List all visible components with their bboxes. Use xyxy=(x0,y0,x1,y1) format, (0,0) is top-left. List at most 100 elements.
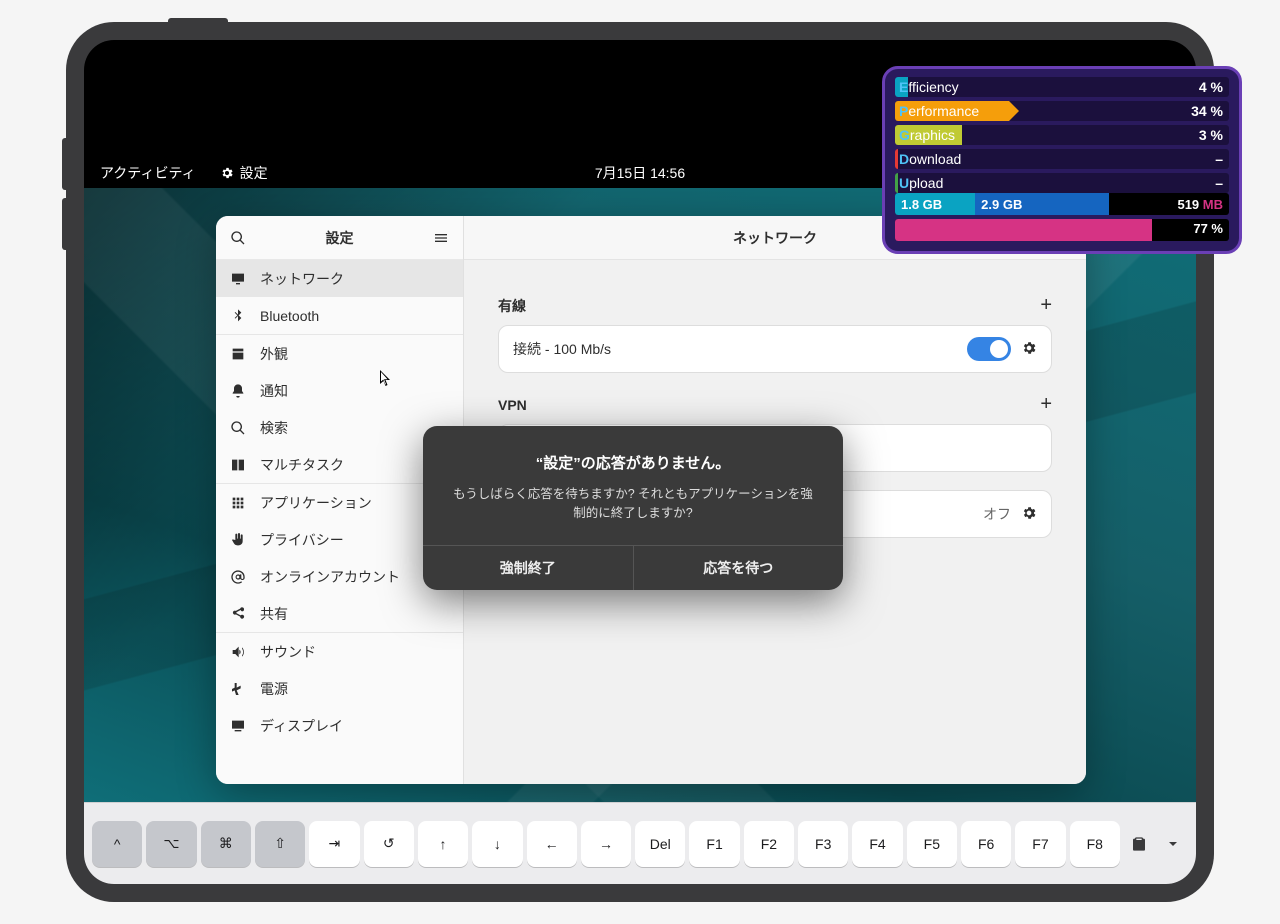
refresh-key[interactable]: ↺ xyxy=(364,821,414,867)
appearance-icon xyxy=(230,346,246,362)
wired-settings-button[interactable] xyxy=(1021,340,1037,359)
stat-label: Graphics xyxy=(895,127,955,143)
sidebar-item-label: ディスプレイ xyxy=(260,716,343,736)
search-icon xyxy=(230,420,246,436)
multitask-icon xyxy=(230,457,246,473)
power-icon xyxy=(230,681,246,697)
sidebar-item-bell[interactable]: 通知 xyxy=(216,372,463,409)
f5-key[interactable]: F5 xyxy=(907,821,957,867)
wired-status-label: 接続 - 100 Mb/s xyxy=(513,339,611,359)
stat-label: Performance xyxy=(895,103,979,119)
stat-value: 4 % xyxy=(1199,79,1223,95)
command-key[interactable]: ⌘ xyxy=(201,821,251,867)
stat-value: 3 % xyxy=(1199,127,1223,143)
wired-connection-row[interactable]: 接続 - 100 Mb/s xyxy=(498,325,1052,373)
hamburger-icon[interactable] xyxy=(433,230,449,246)
sidebar-item-display[interactable]: ディスプレイ xyxy=(216,707,463,744)
settings-sidebar-title: 設定 xyxy=(326,228,354,248)
disk-bar: 77 % xyxy=(895,219,1229,241)
topbar-app-menu[interactable]: 設定 xyxy=(220,163,268,183)
memory-segment-2: 2.9 GB xyxy=(975,193,1109,215)
del-key[interactable]: Del xyxy=(635,821,685,867)
sidebar-item-label: ネットワーク xyxy=(260,269,344,289)
bell-icon xyxy=(230,383,246,399)
down-key[interactable]: ↓ xyxy=(472,821,522,867)
apps-icon xyxy=(230,495,246,511)
sidebar-item-label: 検索 xyxy=(260,418,288,438)
sidebar-item-share[interactable]: 共有 xyxy=(216,595,463,632)
stat-row-download: Download – xyxy=(895,149,1229,169)
sidebar-item-monitor[interactable]: ネットワーク xyxy=(216,260,463,297)
vpn-section-label: VPN xyxy=(498,397,527,413)
activities-button[interactable]: アクティビティ xyxy=(100,163,196,183)
stat-label: Download xyxy=(895,151,961,167)
gear-icon xyxy=(1021,505,1037,521)
search-icon[interactable] xyxy=(230,230,246,246)
stat-row-graphics: Graphics 3 % xyxy=(895,125,1229,145)
memory-right-label: 519 MB xyxy=(1177,197,1223,212)
hand-icon xyxy=(230,532,246,548)
at-icon xyxy=(230,569,246,585)
proxy-settings-button[interactable] xyxy=(1021,505,1037,524)
gear-icon xyxy=(220,166,234,180)
sidebar-item-label: サウンド xyxy=(260,642,316,662)
not-responding-dialog: “設定”の応答がありません。 もうしばらく応答を待ちますか? それともアプリケー… xyxy=(423,426,843,590)
stat-label: Upload xyxy=(895,175,943,191)
sidebar-item-bluetooth[interactable]: Bluetooth xyxy=(216,297,463,334)
gear-icon xyxy=(1021,340,1037,356)
vpn-section-header: VPN + xyxy=(498,393,1052,416)
wired-add-button[interactable]: + xyxy=(1040,294,1052,317)
ctrl-key[interactable]: ^ xyxy=(92,821,142,867)
f3-key[interactable]: F3 xyxy=(798,821,848,867)
stat-value: 34 % xyxy=(1191,103,1223,119)
f1-key[interactable]: F1 xyxy=(689,821,739,867)
topbar-app-name: 設定 xyxy=(240,163,268,183)
f4-key[interactable]: F4 xyxy=(852,821,902,867)
shift-key[interactable]: ⇧ xyxy=(255,821,305,867)
clipboard-icon[interactable] xyxy=(1124,836,1154,852)
sidebar-item-label: 共有 xyxy=(260,604,288,624)
sidebar-item-label: プライバシー xyxy=(260,530,344,550)
wired-toggle[interactable] xyxy=(967,337,1011,361)
stat-value: – xyxy=(1215,151,1223,167)
force-quit-button[interactable]: 強制終了 xyxy=(423,546,634,590)
bluetooth-icon xyxy=(230,308,246,324)
memory-segment-1: 1.8 GB xyxy=(895,193,975,215)
vpn-add-button[interactable]: + xyxy=(1040,393,1052,416)
onscreen-keyboard-bar: ^⌥⌘⇧⇥↺↑↓←→DelF1F2F3F4F5F6F7F8 xyxy=(84,802,1196,884)
wait-button[interactable]: 応答を待つ xyxy=(634,546,844,590)
sidebar-item-label: 外観 xyxy=(260,344,288,364)
stat-row-efficiency: Efficiency 4 % xyxy=(895,77,1229,97)
sidebar-item-sound[interactable]: サウンド xyxy=(216,633,463,670)
mouse-cursor xyxy=(380,370,392,388)
wired-section-label: 有線 xyxy=(498,296,526,316)
f8-key[interactable]: F8 xyxy=(1070,821,1120,867)
wired-section-header: 有線 + xyxy=(498,294,1052,317)
dialog-message: もうしばらく応答を待ちますか? それともアプリケーションを強制的に終了しますか? xyxy=(447,485,819,523)
stat-value: – xyxy=(1215,175,1223,191)
chevron-down-icon[interactable] xyxy=(1158,836,1188,852)
stat-row-performance: Performance 34 % xyxy=(895,101,1229,121)
sidebar-item-power[interactable]: 電源 xyxy=(216,670,463,707)
sidebar-item-label: アプリケーション xyxy=(260,493,372,513)
f7-key[interactable]: F7 xyxy=(1015,821,1065,867)
f2-key[interactable]: F2 xyxy=(744,821,794,867)
sidebar-item-label: Bluetooth xyxy=(260,308,319,324)
display-icon xyxy=(230,718,246,734)
sidebar-item-appearance[interactable]: 外観 xyxy=(216,335,463,372)
monitor-icon xyxy=(230,271,246,287)
up-key[interactable]: ↑ xyxy=(418,821,468,867)
sidebar-item-label: オンラインアカウント xyxy=(260,567,400,587)
share-icon xyxy=(230,606,246,622)
option-key[interactable]: ⌥ xyxy=(146,821,196,867)
topbar-clock[interactable]: 7月15日 14:56 xyxy=(595,163,685,183)
tab-key[interactable]: ⇥ xyxy=(309,821,359,867)
memory-bar: 1.8 GB 2.9 GB 519 MB xyxy=(895,193,1229,215)
stat-row-upload: Upload – xyxy=(895,173,1229,193)
right-key[interactable]: → xyxy=(581,821,631,867)
left-key[interactable]: ← xyxy=(527,821,577,867)
stat-label: Efficiency xyxy=(895,79,959,95)
dialog-title: “設定”の応答がありません。 xyxy=(447,452,819,473)
f6-key[interactable]: F6 xyxy=(961,821,1011,867)
proxy-off-label: オフ xyxy=(983,504,1011,524)
